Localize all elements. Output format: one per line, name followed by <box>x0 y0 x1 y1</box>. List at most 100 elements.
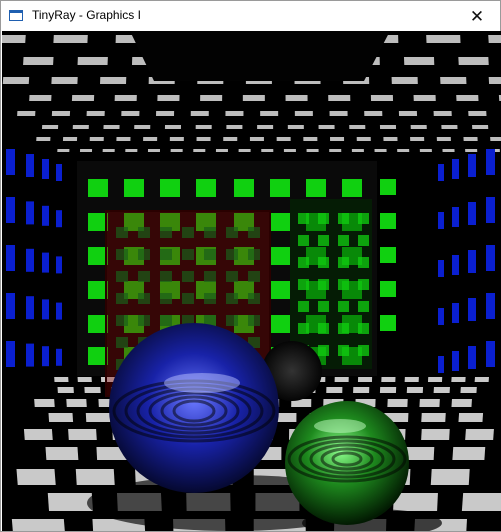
left-wall-tile <box>42 299 49 320</box>
right-wall-tile <box>468 298 476 321</box>
glass-block-reflection <box>138 227 150 238</box>
glass-block-reflection <box>204 227 216 238</box>
ceiling-tile <box>328 95 351 101</box>
ceiling-tile <box>100 77 127 84</box>
left-wall-tile <box>6 293 15 319</box>
ceiling-tile <box>318 125 335 129</box>
left-wall-tile <box>42 159 49 179</box>
ceiling-tile <box>403 57 435 65</box>
ceiling-tile <box>398 111 418 116</box>
glass-block-right-tile <box>318 345 329 356</box>
glass-block-reflection <box>204 293 216 304</box>
glass-block-right-tile <box>358 235 369 246</box>
glass-block-reflection <box>182 271 194 282</box>
glass-block-reflection <box>204 271 216 282</box>
ceiling-tile <box>156 111 175 116</box>
floor-tile <box>57 387 74 393</box>
blue-sphere-highlight <box>164 373 240 393</box>
right-wall-tile <box>468 250 476 273</box>
floor-tile <box>458 413 484 422</box>
ceiling-tile <box>51 77 78 84</box>
ceiling-tile <box>330 137 345 141</box>
glass-block-right-tile <box>338 213 349 224</box>
ceiling-tile <box>436 137 451 141</box>
left-wall-tile <box>42 346 49 367</box>
ceiling-tile <box>23 57 54 65</box>
left-wall-tile <box>6 341 15 367</box>
back-wall-tile <box>270 179 290 197</box>
glass-block-right-tile <box>338 345 349 356</box>
ceiling-tile <box>261 149 274 152</box>
glass-block-right-tile <box>338 323 349 334</box>
ceiling-tile <box>57 149 70 152</box>
ceiling-tile <box>17 111 36 116</box>
floor-tile <box>326 387 343 393</box>
floor-tile <box>452 447 486 460</box>
back-wall-tile <box>270 281 290 299</box>
right-wall-tile <box>468 346 476 369</box>
right-wall-tile <box>468 154 476 177</box>
ceiling-tile <box>125 149 138 152</box>
left-wall-tile <box>6 197 15 223</box>
glass-block-right-tile <box>298 323 309 334</box>
left-wall <box>6 149 62 367</box>
glass-block-reflection <box>248 271 260 282</box>
ceiling-tile <box>195 125 212 129</box>
right-wall-tile <box>486 293 495 319</box>
glass-block-right-tile <box>298 279 309 290</box>
title-bar[interactable]: TinyRay - Graphics I ✕ <box>1 1 500 31</box>
ceiling-tile <box>391 77 418 84</box>
back-wall-tile <box>270 247 290 265</box>
ceiling-tile <box>238 149 251 152</box>
glass-block-reflection <box>226 227 238 238</box>
floor-tile <box>75 469 115 485</box>
floor-tile <box>465 429 494 440</box>
ceiling-tile <box>488 77 501 84</box>
close-button[interactable]: ✕ <box>454 1 500 31</box>
glass-block-right-tile <box>298 213 309 224</box>
ceiling-tile <box>442 149 455 152</box>
ceiling-tile <box>53 35 88 43</box>
ceiling-tile <box>170 149 183 152</box>
back-wall-tile <box>234 179 254 197</box>
floor-tile <box>381 377 396 382</box>
glass-block-right-tile <box>298 235 309 246</box>
floor-tile <box>66 399 87 407</box>
floor-tile <box>84 387 101 393</box>
glass-block-right-tile <box>358 345 369 356</box>
ceiling-tile <box>260 111 279 116</box>
ceiling-tile <box>374 149 387 152</box>
back-wall-tile <box>270 315 290 333</box>
floor-tile <box>45 447 79 460</box>
ceiling-tile <box>147 149 161 152</box>
right-wall-green-tile <box>380 213 396 229</box>
glass-block-reflection <box>248 315 260 326</box>
left-wall-tile <box>42 252 49 273</box>
floor-tile <box>23 429 53 440</box>
floor-tile <box>393 493 438 511</box>
ceiling-tile <box>465 149 478 152</box>
glass-block-right-tile <box>318 301 329 312</box>
ceiling-tile <box>441 125 458 129</box>
ceiling-tile <box>458 57 489 65</box>
window-title: TinyRay - Graphics I <box>32 8 141 22</box>
right-wall-tile <box>452 303 459 323</box>
glass-block-right-tile <box>318 279 329 290</box>
left-wall-tile <box>56 302 62 320</box>
ceiling-tile <box>249 137 264 141</box>
blue-sphere <box>109 323 279 493</box>
ceiling-tile <box>226 125 243 129</box>
glass-block-reflection <box>226 271 238 282</box>
glass-block-reflection <box>248 293 260 304</box>
ceiling-tile <box>29 95 52 101</box>
glass-block-reflection <box>116 315 128 326</box>
right-wall-green-tile <box>380 281 396 297</box>
right-wall-tile <box>452 159 459 179</box>
back-wall-tile <box>270 213 290 231</box>
ceiling-tile <box>114 95 137 101</box>
glass-block-reflection <box>248 227 260 238</box>
ceiling-tile <box>285 95 308 101</box>
right-wall-tile <box>452 351 459 371</box>
floor-tile <box>357 377 373 382</box>
left-wall-tile <box>26 248 34 272</box>
